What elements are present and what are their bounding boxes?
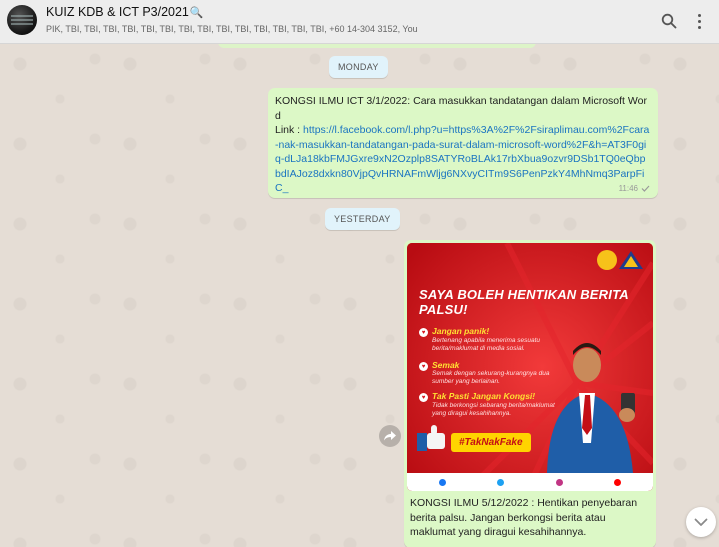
- heart-icon: ♥: [419, 328, 428, 337]
- poster-footer: [407, 473, 653, 491]
- poster-item-heading: Tak Pasti Jangan Kongsi!: [432, 391, 536, 401]
- heart-icon: ♥: [419, 362, 428, 371]
- poster-hashtag: #TakNakFake: [451, 433, 531, 452]
- forward-icon: [384, 431, 396, 441]
- chat-header: KUIZ KDB & ICT P3/2021🔍 PIK, TBI, TBI, T…: [0, 0, 719, 44]
- menu-button[interactable]: [688, 10, 710, 32]
- group-avatar[interactable]: [7, 5, 37, 35]
- outgoing-message[interactable]: KONGSI ILMU ICT 3/1/2022: Cara masukkan …: [268, 88, 658, 198]
- poster-item-text: Bertenang apabila menerima sesuatu berit…: [432, 337, 541, 352]
- poster-item-text: Semak dengan sekurang-kurangnya dua sumb…: [432, 370, 550, 385]
- outgoing-image-message[interactable]: SAYA BOLEH HENTIKAN BERITA PALSU! ♥ Jang…: [404, 240, 656, 547]
- poster-item-heading: Semak: [432, 360, 460, 370]
- instagram-icon: [555, 478, 563, 486]
- heart-icon: ♥: [419, 393, 428, 402]
- date-separator-monday: MONDAY: [329, 56, 388, 78]
- youtube-icon: [614, 478, 622, 486]
- image-caption: KONGSI ILMU 5/12/2022 : Hentikan penyeba…: [410, 497, 638, 538]
- group-participants[interactable]: PIK, TBI, TBI, TBI, TBI, TBI, TBI, TBI, …: [46, 24, 606, 34]
- scroll-down-button[interactable]: [686, 507, 716, 537]
- kebab-menu-icon: [697, 13, 701, 29]
- chevron-down-icon: [694, 518, 708, 526]
- search-button[interactable]: [658, 10, 680, 32]
- group-title[interactable]: KUIZ KDB & ICT P3/2021🔍: [46, 5, 204, 19]
- poster-item-text: Tidak berkongsi sebarang berita/maklumat…: [432, 402, 555, 417]
- facebook-icon: [438, 478, 446, 486]
- message-timestamp: 11:46: [619, 184, 650, 193]
- single-tick-icon: [641, 185, 650, 192]
- previous-message-edge: [218, 44, 536, 48]
- poster-title: SAYA BOLEH HENTIKAN BERITA PALSU!: [419, 287, 629, 317]
- poster-image[interactable]: SAYA BOLEH HENTIKAN BERITA PALSU! ♥ Jang…: [407, 243, 653, 491]
- magnifier-emoji-icon: 🔍: [189, 7, 204, 19]
- twitter-icon: [497, 478, 505, 486]
- chat-panel[interactable]: MONDAY KONGSI ILMU ICT 3/1/2022: Cara ma…: [0, 44, 719, 547]
- poster-item-heading: Jangan panik!: [432, 326, 490, 336]
- date-separator-yesterday: YESTERDAY: [325, 208, 400, 230]
- forward-button[interactable]: [379, 425, 401, 447]
- message-link[interactable]: https://l.facebook.com/l.php?u=https%3A%…: [275, 124, 649, 194]
- search-icon: [661, 13, 677, 29]
- message-text: KONGSI ILMU ICT 3/1/2022: Cara masukkan …: [275, 95, 650, 194]
